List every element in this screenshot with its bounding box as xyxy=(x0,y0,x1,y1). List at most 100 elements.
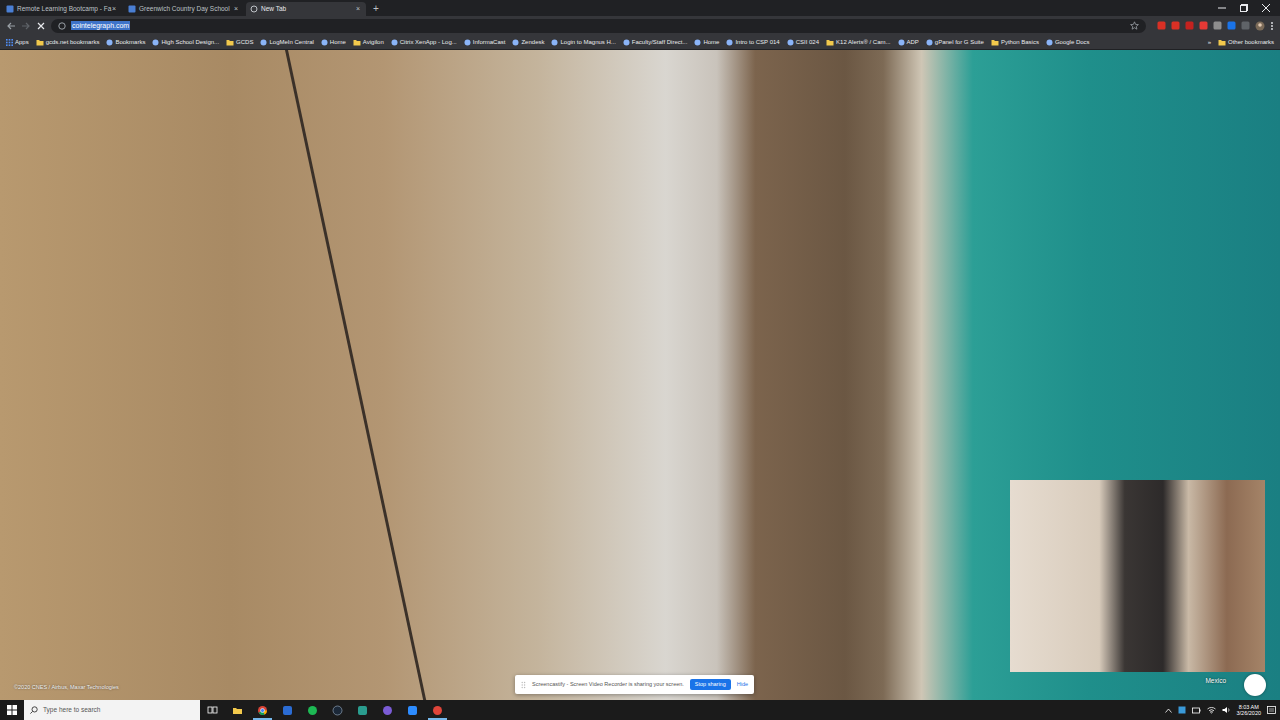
menu-icon[interactable] xyxy=(1270,21,1274,31)
chrome-icon[interactable] xyxy=(250,700,275,720)
tab-close-button[interactable]: × xyxy=(232,4,240,15)
show-hidden-icons-icon[interactable] xyxy=(1165,708,1172,713)
bookmark-item[interactable]: Zendesk xyxy=(512,38,544,47)
drag-handle-icon[interactable] xyxy=(521,681,526,689)
bookmark-item[interactable]: InformaCast xyxy=(464,38,506,47)
extension-icon[interactable] xyxy=(1199,21,1208,30)
bookmark-item[interactable]: Faculty/Staff Direct... xyxy=(623,38,688,47)
bookmark-item[interactable]: CSII 024 xyxy=(787,38,819,47)
folder-icon xyxy=(353,39,361,46)
road-line xyxy=(285,50,426,700)
extension-icon[interactable] xyxy=(1185,21,1194,30)
site-favicon-icon xyxy=(898,39,905,46)
extension-icon[interactable] xyxy=(1171,21,1180,30)
new-tab-button[interactable]: + xyxy=(368,3,384,15)
profile-avatar-icon[interactable] xyxy=(1255,21,1265,31)
bookmark-item[interactable]: Home xyxy=(321,38,346,47)
search-icon xyxy=(30,706,38,714)
notifications-icon[interactable] xyxy=(1267,706,1276,715)
back-icon[interactable] xyxy=(6,21,16,31)
wifi-icon[interactable] xyxy=(1207,706,1216,714)
bookmark-item[interactable]: Python Basics xyxy=(991,38,1039,47)
teal-app-icon[interactable] xyxy=(350,700,375,720)
bookmark-item[interactable]: K12 Alerts® / Cam... xyxy=(826,38,890,47)
spotify-icon[interactable] xyxy=(300,700,325,720)
stop-sharing-button[interactable]: Stop sharing xyxy=(690,679,731,691)
page-favicon-icon xyxy=(6,5,14,13)
windows-start-icon[interactable] xyxy=(0,700,24,720)
bookmark-item[interactable]: Bookmarks xyxy=(106,38,145,47)
volume-icon[interactable] xyxy=(1222,706,1231,714)
location-label[interactable]: Mexico xyxy=(1205,676,1226,686)
image-attribution[interactable]: ©2020 CNES / Airbus, Maxar Technologies xyxy=(14,683,119,691)
loading-icon xyxy=(250,5,258,13)
site-favicon-icon xyxy=(106,39,113,46)
bookmark-label: Bookmarks xyxy=(115,38,145,47)
tab-close-button[interactable]: × xyxy=(354,4,362,15)
other-bookmarks[interactable]: Other bookmarks xyxy=(1218,38,1274,47)
minimize-icon[interactable] xyxy=(1218,4,1226,12)
bookmarks-overflow-button[interactable]: » xyxy=(1208,38,1211,47)
bookmarks-bar: Apps gcds.net bookmarks Bookmarks High Scho… xyxy=(0,35,1280,50)
bookmark-item[interactable]: Apps xyxy=(6,38,29,47)
close-window-icon[interactable] xyxy=(1262,4,1270,12)
bookmark-label: Google Docs xyxy=(1055,38,1090,47)
blue-app-icon[interactable] xyxy=(275,700,300,720)
bookmark-item[interactable]: ADP xyxy=(898,38,919,47)
bookmark-item[interactable]: gcds.net bookmarks xyxy=(36,38,100,47)
task-view-icon[interactable] xyxy=(200,700,225,720)
bookmark-label: ADP xyxy=(907,38,919,47)
bookmark-item[interactable]: gPanel for G Suite xyxy=(926,38,984,47)
site-favicon-icon xyxy=(321,39,328,46)
onedrive-icon[interactable] xyxy=(1178,706,1186,714)
site-favicon-icon xyxy=(464,39,471,46)
bookmark-item[interactable]: GCDS xyxy=(226,38,253,47)
bookmark-label: Citrix XenApp - Log... xyxy=(400,38,457,47)
bookmark-label: gPanel for G Suite xyxy=(935,38,984,47)
tab-label: Remote Learning Bootcamp - Fa xyxy=(17,4,107,14)
taskbar-clock[interactable]: 8:03 AM3/26/2020 xyxy=(1237,704,1261,717)
globe-icon[interactable] xyxy=(1244,674,1266,696)
site-favicon-icon xyxy=(694,39,701,46)
bookmark-label: Login to Magnus H... xyxy=(560,38,615,47)
extension-icon[interactable] xyxy=(1213,21,1222,30)
page-info-icon[interactable] xyxy=(58,22,66,30)
browser-tab[interactable]: Greenwich Country Day School× xyxy=(124,2,244,16)
bookmark-label: Home xyxy=(703,38,719,47)
bookmark-item[interactable]: Citrix XenApp - Log... xyxy=(391,38,457,47)
tab-close-button[interactable]: × xyxy=(110,4,118,15)
bookmark-label: Zendesk xyxy=(521,38,544,47)
bookmark-item[interactable]: Google Docs xyxy=(1046,38,1090,47)
hide-button[interactable]: Hide xyxy=(737,680,748,688)
purple-app-icon[interactable] xyxy=(375,700,400,720)
file-explorer-icon[interactable] xyxy=(225,700,250,720)
zoom-icon[interactable] xyxy=(400,700,425,720)
site-favicon-icon xyxy=(152,39,159,46)
bookmark-item[interactable]: High School Design... xyxy=(152,38,219,47)
browser-tab[interactable]: Remote Learning Bootcamp - Fa× xyxy=(2,2,122,16)
site-favicon-icon xyxy=(260,39,267,46)
bookmark-star-icon[interactable] xyxy=(1130,21,1139,30)
screencastify-icon[interactable] xyxy=(425,700,450,720)
bookmark-item[interactable]: Login to Magnus H... xyxy=(551,38,615,47)
extension-icon[interactable] xyxy=(1157,21,1166,30)
site-favicon-icon xyxy=(787,39,794,46)
bookmark-item[interactable]: Avigilon xyxy=(353,38,384,47)
steam-icon[interactable] xyxy=(325,700,350,720)
bookmark-item[interactable]: Intro to CSP 014 xyxy=(726,38,779,47)
extension-icon[interactable] xyxy=(1227,21,1236,30)
bookmark-item[interactable]: Home xyxy=(694,38,719,47)
restore-icon[interactable] xyxy=(1240,4,1248,12)
address-text[interactable]: cointelegraph.com xyxy=(71,21,130,30)
bookmark-label: gcds.net bookmarks xyxy=(46,38,100,47)
address-bar[interactable]: cointelegraph.com xyxy=(51,19,1146,33)
folder-icon xyxy=(36,39,44,46)
bookmark-label: Apps xyxy=(15,38,29,47)
taskbar-search[interactable]: Type here to search xyxy=(24,700,200,720)
extension-icon[interactable] xyxy=(1241,21,1250,30)
stop-loading-icon[interactable] xyxy=(36,21,46,31)
forward-icon[interactable] xyxy=(21,21,31,31)
battery-icon[interactable] xyxy=(1192,707,1201,714)
bookmark-item[interactable]: LogMeIn Central xyxy=(260,38,313,47)
browser-tab[interactable]: New Tab× xyxy=(246,2,366,16)
